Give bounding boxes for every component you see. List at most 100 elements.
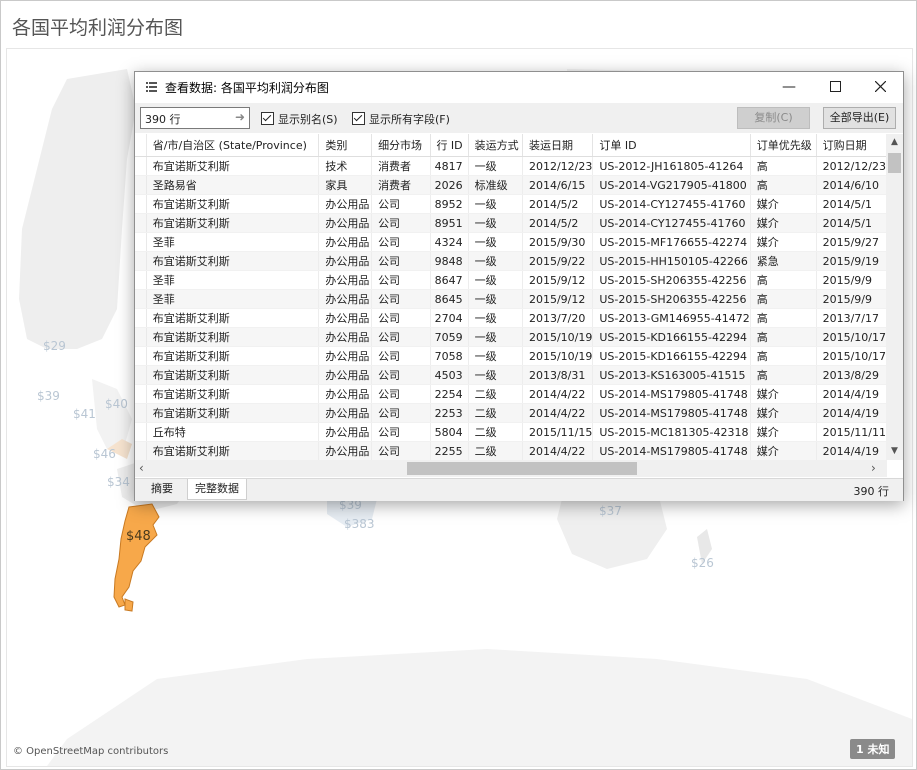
table-cell[interactable]: 圣菲: [146, 270, 320, 290]
table-cell[interactable]: 办公用品: [318, 194, 373, 214]
table-cell[interactable]: 办公用品: [318, 403, 373, 423]
table-cell[interactable]: US-2015-KD166155-42294: [592, 346, 751, 366]
table-cell[interactable]: 媒介: [750, 403, 817, 423]
table-cell[interactable]: 技术: [318, 156, 373, 176]
table-cell[interactable]: US-2014-CY127455-41760: [592, 213, 751, 233]
table-cell[interactable]: US-2014-VG217905-41800: [592, 175, 751, 195]
table-cell[interactable]: 2014/6/15: [522, 175, 594, 195]
table-cell[interactable]: 2015/9/12: [522, 289, 594, 309]
table-cell[interactable]: 办公用品: [318, 422, 373, 442]
table-cell[interactable]: 2014/4/19: [816, 403, 887, 423]
close-button[interactable]: [857, 72, 903, 102]
table-cell[interactable]: 公司: [371, 308, 432, 328]
table-cell[interactable]: 家具: [318, 175, 373, 195]
table-cell[interactable]: 办公用品: [318, 270, 373, 290]
table-cell[interactable]: 7058: [430, 346, 469, 366]
table-cell[interactable]: 2013/8/29: [816, 365, 887, 385]
table-cell[interactable]: 一级: [468, 213, 523, 233]
horizontal-scroll-thumb[interactable]: [407, 462, 637, 475]
table-cell[interactable]: 8951: [430, 213, 469, 233]
arrow-right-icon[interactable]: ➜: [235, 110, 245, 124]
column-header[interactable]: 订购日期: [816, 134, 887, 157]
tab-summary[interactable]: 摘要: [144, 479, 180, 499]
table-cell[interactable]: 7059: [430, 327, 469, 347]
table-cell[interactable]: 2014/4/19: [816, 384, 887, 404]
table-cell[interactable]: 2014/4/22: [522, 384, 594, 404]
table-cell[interactable]: 丘布特: [146, 422, 320, 442]
table-row[interactable]: 布宜诺斯艾利斯 办公用品 公司 2255 二级 2014/4/22 US-2014-MS17…: [135, 441, 887, 460]
table-row[interactable]: 布宜诺斯艾利斯 办公用品 公司 2254 二级 2014/4/22 US-2014-MS17…: [135, 384, 887, 404]
table-cell[interactable]: 8645: [430, 289, 469, 309]
table-cell[interactable]: 媒介: [750, 384, 817, 404]
scroll-up-icon[interactable]: ▲: [886, 134, 903, 151]
table-cell[interactable]: 2014/5/1: [816, 194, 887, 214]
table-cell[interactable]: 4503: [430, 365, 469, 385]
table-cell[interactable]: 二级: [468, 422, 523, 442]
table-cell[interactable]: 消费者: [371, 156, 432, 176]
table-cell[interactable]: 紧急: [750, 251, 817, 271]
table-cell[interactable]: 2015/10/17: [816, 327, 887, 347]
table-cell[interactable]: 高: [750, 270, 817, 290]
table-cell[interactable]: 一级: [468, 270, 523, 290]
table-cell[interactable]: 2015/11/15: [522, 422, 594, 442]
table-cell[interactable]: 2254: [430, 384, 469, 404]
table-cell[interactable]: 公司: [371, 232, 432, 252]
table-cell[interactable]: 二级: [468, 384, 523, 404]
table-cell[interactable]: 高: [750, 289, 817, 309]
row-gutter[interactable]: [135, 232, 147, 252]
table-cell[interactable]: US-2013-KS163005-41515: [592, 365, 751, 385]
row-gutter[interactable]: [135, 270, 147, 290]
table-cell[interactable]: 2015/10/19: [522, 346, 594, 366]
show-alias-checkbox[interactable]: 显示别名(S): [261, 111, 338, 127]
table-cell[interactable]: 2013/7/20: [522, 308, 594, 328]
table-cell[interactable]: 一级: [468, 289, 523, 309]
table-cell[interactable]: 公司: [371, 251, 432, 271]
table-row[interactable]: 布宜诺斯艾利斯 办公用品 公司 8951 一级 2014/5/2 US-2014-CY127…: [135, 213, 887, 233]
row-gutter[interactable]: [135, 308, 147, 328]
table-cell[interactable]: 公司: [371, 403, 432, 423]
row-gutter[interactable]: [135, 213, 147, 233]
table-cell[interactable]: US-2015-SH206355-42256: [592, 270, 751, 290]
table-row[interactable]: 圣菲 办公用品 公司 4324 一级 2015/9/30 US-2015-MF176655-…: [135, 232, 887, 252]
table-cell[interactable]: US-2015-MF176655-42274: [592, 232, 751, 252]
table-cell[interactable]: 2013/7/17: [816, 308, 887, 328]
table-cell[interactable]: 标准级: [468, 175, 523, 195]
table-cell[interactable]: 媒介: [750, 422, 817, 442]
table-cell[interactable]: 高: [750, 308, 817, 328]
row-gutter[interactable]: [135, 156, 147, 176]
table-row[interactable]: 布宜诺斯艾利斯 技术 消费者 4817 一级 2012/12/23 US-2012-JH16…: [135, 156, 887, 176]
table-cell[interactable]: 布宜诺斯艾利斯: [146, 365, 320, 385]
table-cell[interactable]: 一级: [468, 365, 523, 385]
table-cell[interactable]: US-2014-CY127455-41760: [592, 194, 751, 214]
table-cell[interactable]: US-2014-MS179805-41748: [592, 384, 751, 404]
table-cell[interactable]: 2704: [430, 308, 469, 328]
table-cell[interactable]: 媒介: [750, 213, 817, 233]
unknown-indicator[interactable]: 1 未知: [850, 739, 896, 759]
table-cell[interactable]: 圣菲: [146, 232, 320, 252]
row-gutter[interactable]: [135, 327, 147, 347]
table-row[interactable]: 布宜诺斯艾利斯 办公用品 公司 2704 一级 2013/7/20 US-2013-GM14…: [135, 308, 887, 328]
table-cell[interactable]: US-2015-MC181305-42318: [592, 422, 751, 442]
table-cell[interactable]: 2015/9/27: [816, 232, 887, 252]
table-cell[interactable]: 2015/9/12: [522, 270, 594, 290]
table-cell[interactable]: US-2015-SH206355-42256: [592, 289, 751, 309]
table-cell[interactable]: 4817: [430, 156, 469, 176]
row-gutter[interactable]: [135, 175, 147, 195]
column-header[interactable]: 行 ID: [430, 134, 469, 157]
table-row[interactable]: 布宜诺斯艾利斯 办公用品 公司 8952 一级 2014/5/2 US-2014-CY127…: [135, 194, 887, 214]
table-row[interactable]: 布宜诺斯艾利斯 办公用品 公司 2253 二级 2014/4/22 US-2014-MS17…: [135, 403, 887, 423]
dialog-titlebar[interactable]: 查看数据: 各国平均利润分布图 —: [135, 72, 903, 102]
table-cell[interactable]: 一级: [468, 194, 523, 214]
table-cell[interactable]: 布宜诺斯艾利斯: [146, 213, 320, 233]
table-cell[interactable]: 办公用品: [318, 384, 373, 404]
table-cell[interactable]: 2015/9/19: [816, 251, 887, 271]
table-cell[interactable]: 2014/4/22: [522, 441, 594, 460]
table-cell[interactable]: 办公用品: [318, 213, 373, 233]
table-cell[interactable]: 布宜诺斯艾利斯: [146, 346, 320, 366]
table-cell[interactable]: 公司: [371, 327, 432, 347]
table-cell[interactable]: 布宜诺斯艾利斯: [146, 327, 320, 347]
horizontal-scrollbar[interactable]: ‹ ›: [135, 460, 887, 477]
table-cell[interactable]: US-2014-MS179805-41748: [592, 441, 751, 460]
table-cell[interactable]: 2026: [430, 175, 469, 195]
table-cell[interactable]: 2015/9/30: [522, 232, 594, 252]
